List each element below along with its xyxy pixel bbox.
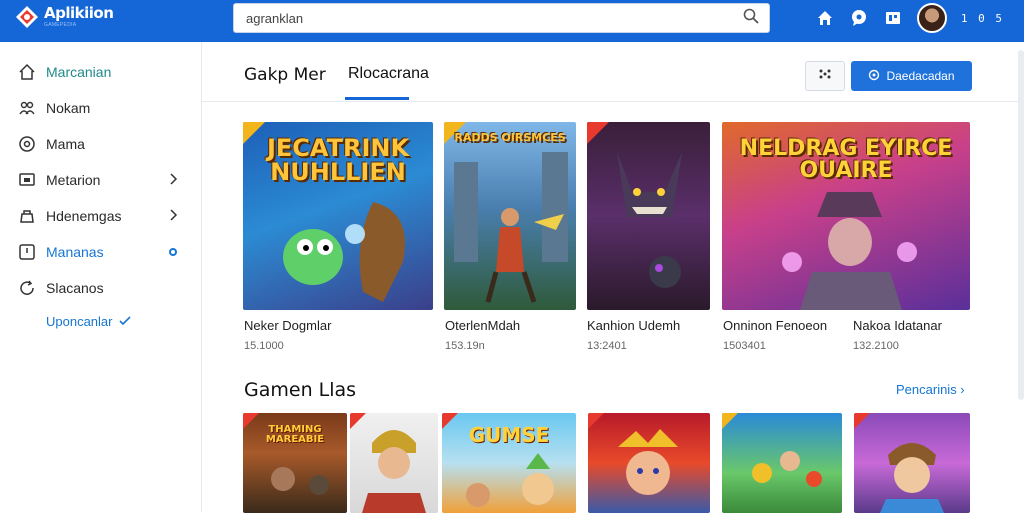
primary-action-button[interactable]: Daedacadan: [851, 61, 972, 91]
tab-rlocacrana[interactable]: Rlocacrana: [348, 65, 429, 83]
search-icon[interactable]: [743, 8, 759, 29]
game-art: [454, 152, 568, 303]
home-icon: [18, 63, 36, 81]
chat-icon[interactable]: [849, 8, 869, 28]
logo-icon: [14, 4, 40, 30]
game-art: [271, 467, 329, 495]
game-thumbnail[interactable]: [588, 413, 710, 513]
avatar[interactable]: [916, 3, 947, 33]
sidebar-item-mama[interactable]: Mama: [0, 126, 201, 162]
sidebar-item-mananas[interactable]: Mananas: [0, 234, 201, 270]
disc-icon: [18, 135, 36, 153]
search-input[interactable]: [246, 10, 743, 26]
sidebar-item-label: Mama: [46, 136, 85, 152]
sidebar-item-label: Metarion: [46, 172, 101, 188]
tab-bar: Gakp Mer Rlocacrana Daedacadan: [202, 42, 1022, 102]
featured-card-count: 132.2100: [853, 340, 899, 352]
game-thumbnail[interactable]: [350, 413, 438, 513]
game-thumbnail[interactable]: GUMSE: [442, 413, 576, 513]
game-thumbnail[interactable]: [854, 413, 970, 513]
sidebar-item-metarion[interactable]: Metarion: [0, 162, 201, 198]
game-thumbnail[interactable]: THAMING MAREABIE: [243, 413, 347, 513]
featured-card[interactable]: [587, 122, 710, 310]
gamepad-icon: [868, 69, 880, 84]
sidebar-sub-link[interactable]: Uponcanlar: [0, 306, 201, 336]
game-art: [880, 443, 944, 513]
featured-card-name: Onninon Fenoeon: [723, 318, 828, 333]
people-icon: [18, 99, 36, 117]
game-art: [617, 152, 682, 288]
featured-card-name: Kanhion Udemh: [587, 318, 681, 333]
refresh-icon: [18, 279, 36, 297]
section-title: Gamen Llas: [244, 379, 357, 401]
logo-subtitle: GAMEPEDIA: [44, 22, 77, 28]
see-all-link[interactable]: Pencarinis ›: [896, 382, 965, 397]
active-tab-indicator: [345, 97, 409, 100]
vertical-scrollbar[interactable]: [1018, 50, 1024, 400]
featured-card[interactable]: RADDS OIRSMCES: [444, 122, 576, 310]
sidebar-item-marcanian[interactable]: Marcanian: [0, 54, 201, 90]
tab-gakp-mer[interactable]: Gakp Mer: [244, 65, 326, 85]
tv-icon: [18, 171, 36, 189]
featured-card[interactable]: NELDRAG EYIRCE OUAIRE: [722, 122, 970, 310]
chevron-right-icon: [169, 172, 179, 189]
featured-card[interactable]: JECATRINK NUHLLIEN: [243, 122, 433, 310]
logo-name: Aplikiion: [44, 4, 114, 22]
top-bar: Aplikiion GAMEPEDIA 1 0 5: [0, 0, 1024, 42]
app-logo[interactable]: Aplikiion GAMEPEDIA: [14, 4, 114, 30]
sidebar-item-label: Marcanian: [46, 64, 112, 80]
grid-dots-icon: [817, 67, 833, 85]
game-art: [362, 430, 426, 513]
sidebar-item-label: Mananas: [46, 244, 104, 260]
home-icon[interactable]: [815, 8, 835, 28]
featured-card-count: 15.1000: [244, 340, 284, 352]
frame-icon: [18, 243, 36, 261]
featured-card-name: OterlenMdah: [445, 318, 521, 333]
search-bar[interactable]: [233, 3, 770, 33]
status-dot: [169, 248, 177, 256]
featured-card-count: 13:2401: [587, 340, 627, 352]
sidebar-sub-label: Uponcanlar: [46, 313, 113, 329]
game-art: [752, 451, 822, 487]
main-content: Gakp Mer Rlocacrana Daedacadan JECATRINK…: [202, 42, 1022, 513]
check-icon: [118, 314, 131, 329]
game-art: [283, 202, 405, 302]
sidebar-item-label: Hdenemgas: [46, 208, 122, 224]
game-thumbnail[interactable]: [722, 413, 842, 513]
sidebar: Marcanian Nokam Mama Metarion Hdenemgas: [0, 42, 202, 512]
filter-button[interactable]: [805, 61, 845, 91]
sidebar-item-slacanos[interactable]: Slacanos: [0, 270, 201, 306]
sidebar-item-hdenemgas[interactable]: Hdenemgas: [0, 198, 201, 234]
notification-icon[interactable]: [883, 8, 903, 28]
featured-card-count: 153.19n: [445, 340, 485, 352]
chevron-right-icon: [169, 208, 179, 225]
counter-text: 1 0 5: [960, 11, 1004, 25]
bag-icon: [18, 207, 36, 225]
featured-card-name: Nakoa Idatanar: [853, 318, 942, 333]
sidebar-item-label: Slacanos: [46, 280, 104, 296]
game-art: [782, 192, 917, 310]
game-art: [618, 429, 678, 495]
game-art: [466, 453, 554, 507]
featured-card-name: Neker Dogmlar: [244, 318, 332, 333]
sidebar-item-label: Nokam: [46, 100, 91, 116]
primary-button-label: Daedacadan: [886, 69, 955, 83]
sidebar-item-nokam[interactable]: Nokam: [0, 90, 201, 126]
featured-card-count: 1503401: [723, 340, 766, 352]
